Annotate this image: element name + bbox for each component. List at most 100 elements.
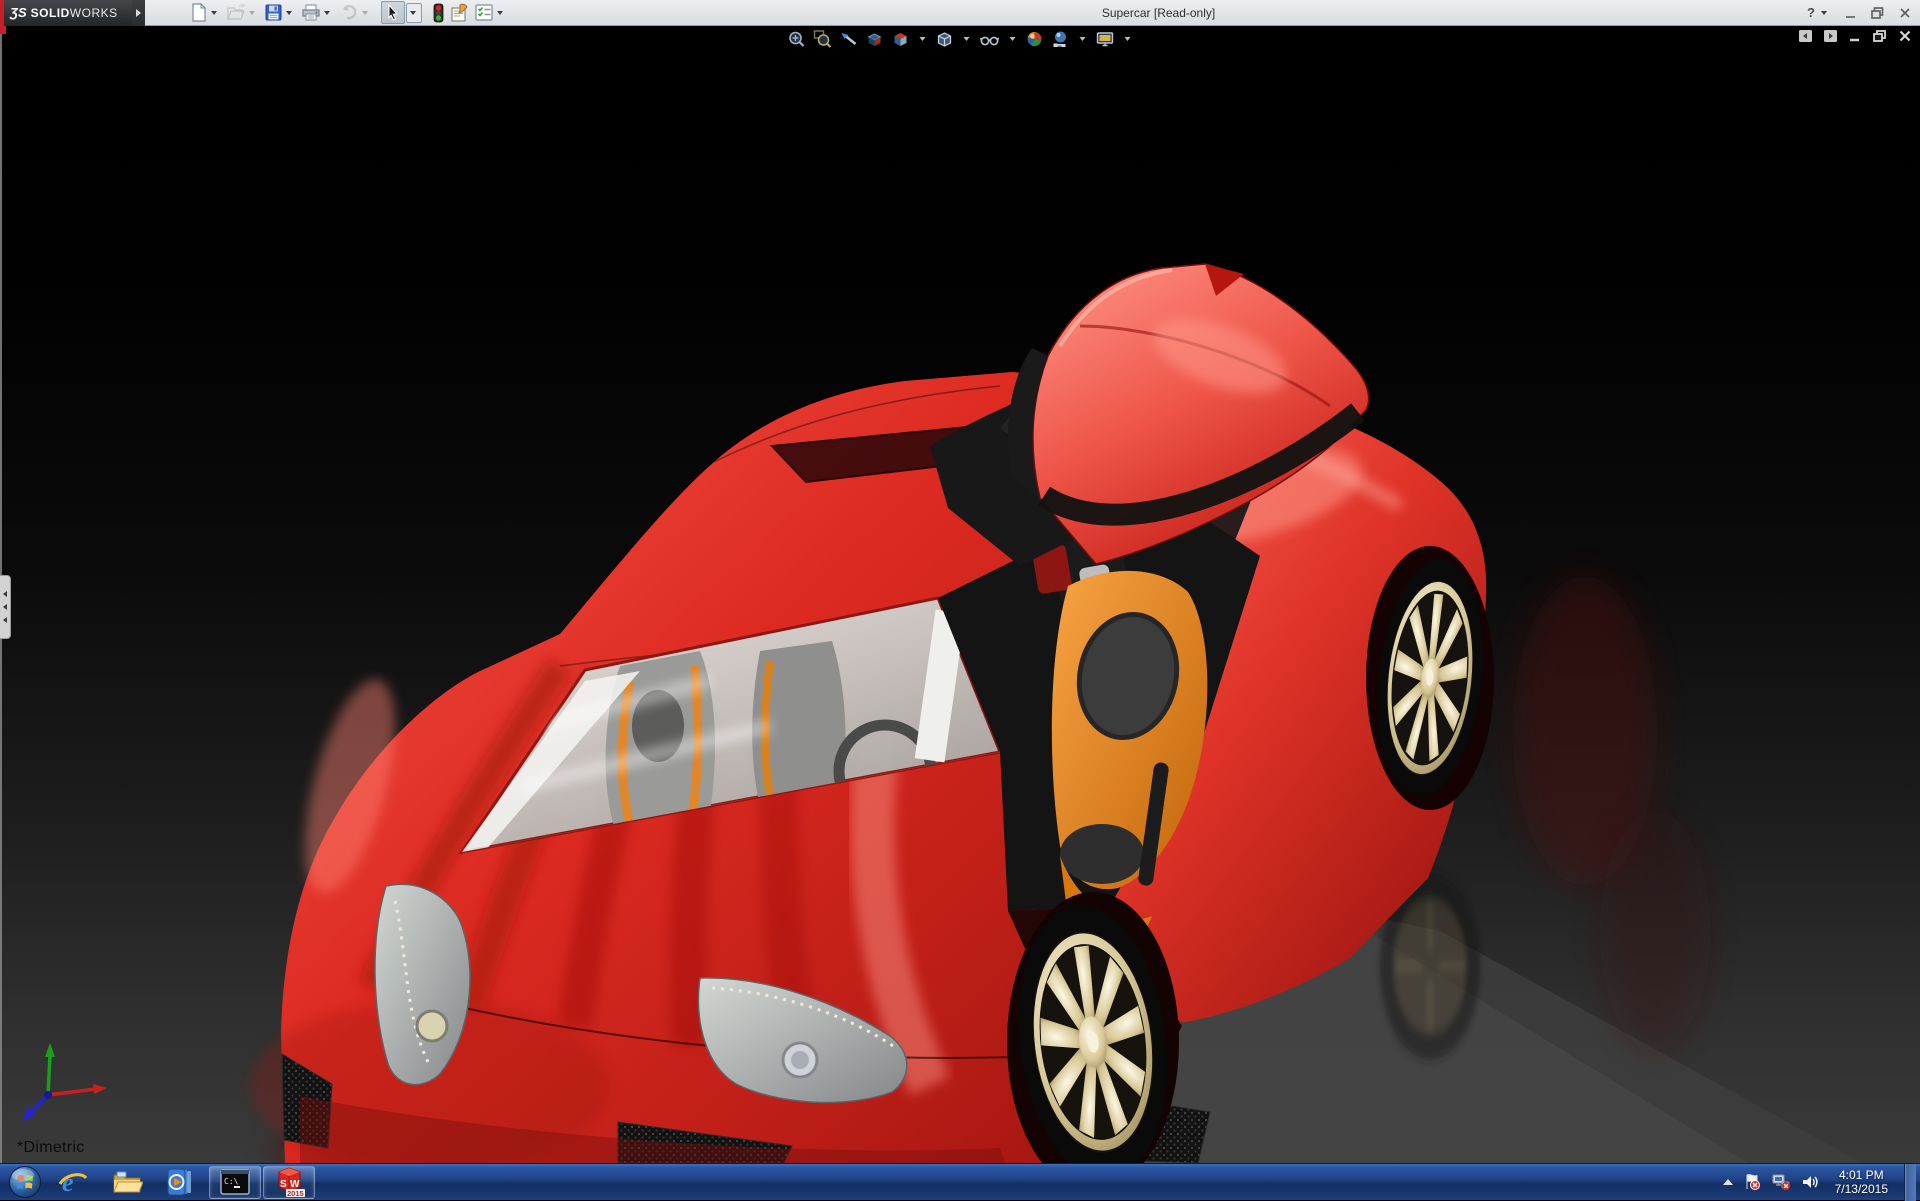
system-tray: 4:01 PM 7/13/2015 xyxy=(1722,1163,1920,1201)
view-settings-button[interactable] xyxy=(1094,29,1117,49)
hide-show-items-caret[interactable] xyxy=(1009,37,1016,41)
hide-show-items-button[interactable] xyxy=(978,29,1002,49)
sw-letter-s: S xyxy=(280,1179,287,1190)
menu-flyout-button[interactable] xyxy=(132,0,145,26)
zoom-to-fit-button[interactable] xyxy=(786,29,808,49)
help-dropdown-caret xyxy=(1821,10,1827,15)
tray-clock[interactable]: 4:01 PM 7/13/2015 xyxy=(1835,1168,1888,1196)
3d-scene-canvas[interactable] xyxy=(0,26,1920,1163)
view-settings-icon xyxy=(1096,32,1114,47)
solidworks-2015-icon: S W 2015 xyxy=(278,1167,305,1197)
hide-show-items-icon xyxy=(979,36,1000,46)
volume-icon[interactable] xyxy=(1801,1173,1819,1191)
show-hidden-icons-button[interactable] xyxy=(1722,1179,1733,1185)
solidworks-logo: ƷS SOLID WORKS xyxy=(0,0,132,26)
media-player-icon xyxy=(167,1168,191,1196)
view-orientation-icon xyxy=(894,33,907,46)
select-dropdown-button[interactable] xyxy=(406,2,422,23)
viewport-restore-button[interactable] xyxy=(1872,29,1888,43)
select-dropdown-caret xyxy=(410,10,416,15)
print-button[interactable] xyxy=(299,1,337,25)
display-style-icon xyxy=(937,32,952,47)
design-checker-button[interactable] xyxy=(472,1,510,25)
display-style-button[interactable] xyxy=(934,29,956,49)
select-button[interactable] xyxy=(379,1,424,25)
tray-time: 4:01 PM xyxy=(1838,1168,1884,1182)
undo-button[interactable] xyxy=(337,1,375,25)
new-document-button[interactable] xyxy=(187,1,224,25)
apply-scene-caret[interactable] xyxy=(1079,37,1086,41)
close-button[interactable] xyxy=(1898,6,1912,20)
checker-dropdown-caret[interactable] xyxy=(497,10,503,15)
windows-taskbar: e C:\ S W 2015 4:01 PM 7/13/2015 xyxy=(0,1163,1920,1201)
taskbar-solidworks[interactable]: S W 2015 xyxy=(263,1165,315,1199)
viewport-minimize-button[interactable] xyxy=(1848,29,1862,43)
section-view-button[interactable] xyxy=(864,29,886,49)
save-dropdown-caret[interactable] xyxy=(286,10,292,15)
expand-pane-arrow-icon xyxy=(3,604,7,610)
zoom-to-area-icon xyxy=(813,30,832,48)
save-button[interactable] xyxy=(262,1,299,25)
open-dropdown-caret[interactable] xyxy=(249,10,255,15)
titlebar-controls: ? xyxy=(1807,5,1912,20)
feature-manager-collapsed-tab[interactable] xyxy=(0,575,11,639)
traffic-light-button[interactable] xyxy=(430,1,447,25)
traffic-light-icon xyxy=(433,3,444,22)
minimize-button[interactable] xyxy=(1844,6,1858,20)
open-folder-icon xyxy=(227,3,246,20)
edit-appearance-icon xyxy=(1027,32,1042,47)
apply-scene-button[interactable] xyxy=(1050,29,1072,49)
undo-icon xyxy=(343,5,357,20)
comment-icon xyxy=(451,3,468,22)
viewport-close-button[interactable] xyxy=(1898,29,1912,43)
section-view-icon xyxy=(867,33,882,46)
help-button[interactable]: ? xyxy=(1807,5,1832,20)
document-window-controls xyxy=(1798,29,1912,43)
print-dropdown-caret[interactable] xyxy=(324,10,330,15)
collapse-pane-right-button[interactable] xyxy=(1823,29,1838,43)
select-cursor-icon xyxy=(388,3,399,21)
expand-pane-arrow-icon xyxy=(3,591,7,597)
help-icon: ? xyxy=(1807,5,1815,20)
comment-button[interactable] xyxy=(447,1,472,25)
undo-dropdown-caret[interactable] xyxy=(362,10,368,15)
triad-x-axis-red xyxy=(47,1084,107,1097)
show-desktop-button[interactable] xyxy=(1904,1163,1916,1201)
apply-scene-icon xyxy=(1053,31,1066,47)
graphics-viewport[interactable]: *Dimetric xyxy=(0,26,1920,1163)
solidworks-logo-glyph: ƷS xyxy=(10,5,27,20)
command-prompt-icon: C:\ xyxy=(220,1169,250,1195)
restore-button[interactable] xyxy=(1870,6,1886,20)
zoom-to-fit-icon xyxy=(789,31,805,47)
view-orientation-caret[interactable] xyxy=(919,37,926,41)
svg-text:e: e xyxy=(62,1168,74,1196)
taskbar-apps: e C:\ S W 2015 xyxy=(0,1164,316,1200)
taskbar-internet-explorer[interactable]: e xyxy=(47,1166,99,1199)
new-dropdown-caret[interactable] xyxy=(211,10,217,15)
design-checker-icon xyxy=(475,4,493,21)
action-center-icon[interactable] xyxy=(1743,1173,1761,1191)
start-button[interactable] xyxy=(4,1164,46,1201)
edit-appearance-button[interactable] xyxy=(1024,29,1046,49)
standard-toolbar xyxy=(187,0,510,26)
save-floppy-icon xyxy=(265,4,282,21)
titlebar: ƷS SOLID WORKS Supercar [Read-only] ? xyxy=(0,0,1920,26)
cmd-prompt-text: C:\ xyxy=(224,1177,239,1186)
view-settings-caret[interactable] xyxy=(1124,37,1131,41)
taskbar-windows-explorer[interactable] xyxy=(101,1166,153,1199)
zoom-to-area-button[interactable] xyxy=(812,29,834,49)
network-status-icon[interactable] xyxy=(1771,1173,1791,1191)
previous-view-button[interactable] xyxy=(838,29,860,49)
taskbar-media-player[interactable] xyxy=(155,1166,207,1199)
display-style-caret[interactable] xyxy=(963,37,970,41)
orientation-triad xyxy=(22,1043,107,1121)
taskbar-command-prompt[interactable]: C:\ xyxy=(209,1165,261,1199)
view-orientation-button[interactable] xyxy=(890,29,912,49)
sw-year-badge: 2015 xyxy=(287,1189,304,1197)
window-title: Supercar [Read-only] xyxy=(1101,5,1216,20)
triad-z-axis-blue xyxy=(22,1091,52,1121)
open-button[interactable] xyxy=(224,1,262,25)
new-document-icon xyxy=(192,3,207,22)
view-orientation-label: *Dimetric xyxy=(17,1139,85,1156)
collapse-pane-left-button[interactable] xyxy=(1798,29,1813,43)
